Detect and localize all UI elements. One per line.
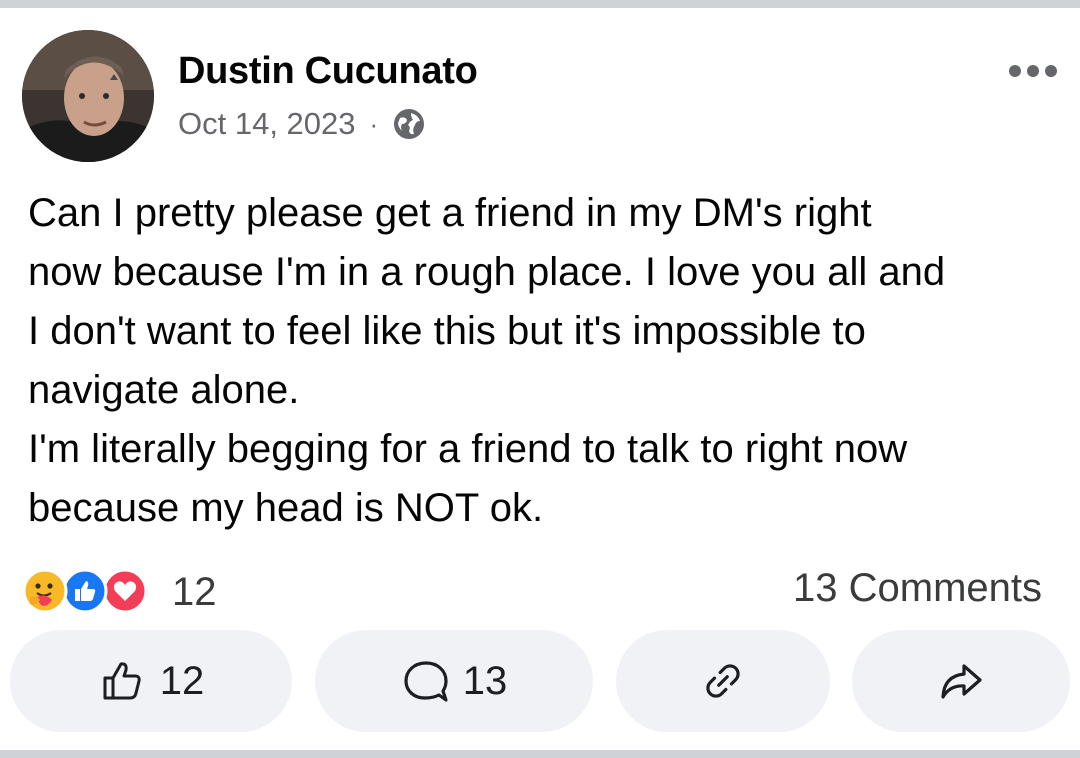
reaction-count: 12 <box>172 570 217 614</box>
love-reaction-icon <box>102 568 148 614</box>
post-meta: Oct 14, 2023 · <box>178 106 426 142</box>
post-text-line: I'm literally begging for a friend to ta… <box>28 427 908 471</box>
thumbs-up-icon <box>103 662 141 700</box>
globe-icon[interactable] <box>392 107 426 141</box>
post-text-line: navigate alone. <box>28 368 300 412</box>
comment-button[interactable]: 13 <box>315 630 593 732</box>
meta-separator: · <box>369 108 379 139</box>
post-text-line: now because I'm in a rough place. I love… <box>28 250 946 294</box>
link-icon <box>706 664 740 698</box>
post-text-line: I don't want to feel like this but it's … <box>28 309 866 353</box>
post-date[interactable]: Oct 14, 2023 <box>178 106 356 142</box>
reaction-icons <box>22 566 162 614</box>
like-button[interactable]: 12 <box>10 630 292 732</box>
share-button[interactable] <box>852 630 1070 732</box>
post-body: Can I pretty please get a friend in my D… <box>28 184 1058 538</box>
comment-count: 13 <box>462 658 508 703</box>
comment-icon <box>404 661 448 702</box>
author-name[interactable]: Dustin Cucunato <box>178 50 478 93</box>
comments-count-link[interactable]: 13 Comments <box>793 566 1042 611</box>
copy-link-button[interactable] <box>616 630 830 732</box>
like-count: 12 <box>159 658 205 703</box>
post-text-line: Can I pretty please get a friend in my D… <box>28 191 872 235</box>
share-icon <box>941 664 982 699</box>
top-divider <box>0 0 1080 8</box>
like-reaction-icon <box>62 568 108 614</box>
avatar[interactable] <box>22 30 154 162</box>
more-options-icon[interactable] <box>1008 58 1058 84</box>
action-bar: 12 13 <box>10 630 1070 732</box>
reaction-summary[interactable]: 12 <box>22 566 217 614</box>
bottom-divider <box>0 750 1080 758</box>
care-reaction-icon <box>22 568 68 614</box>
post-text-line: because my head is NOT ok. <box>28 486 544 530</box>
